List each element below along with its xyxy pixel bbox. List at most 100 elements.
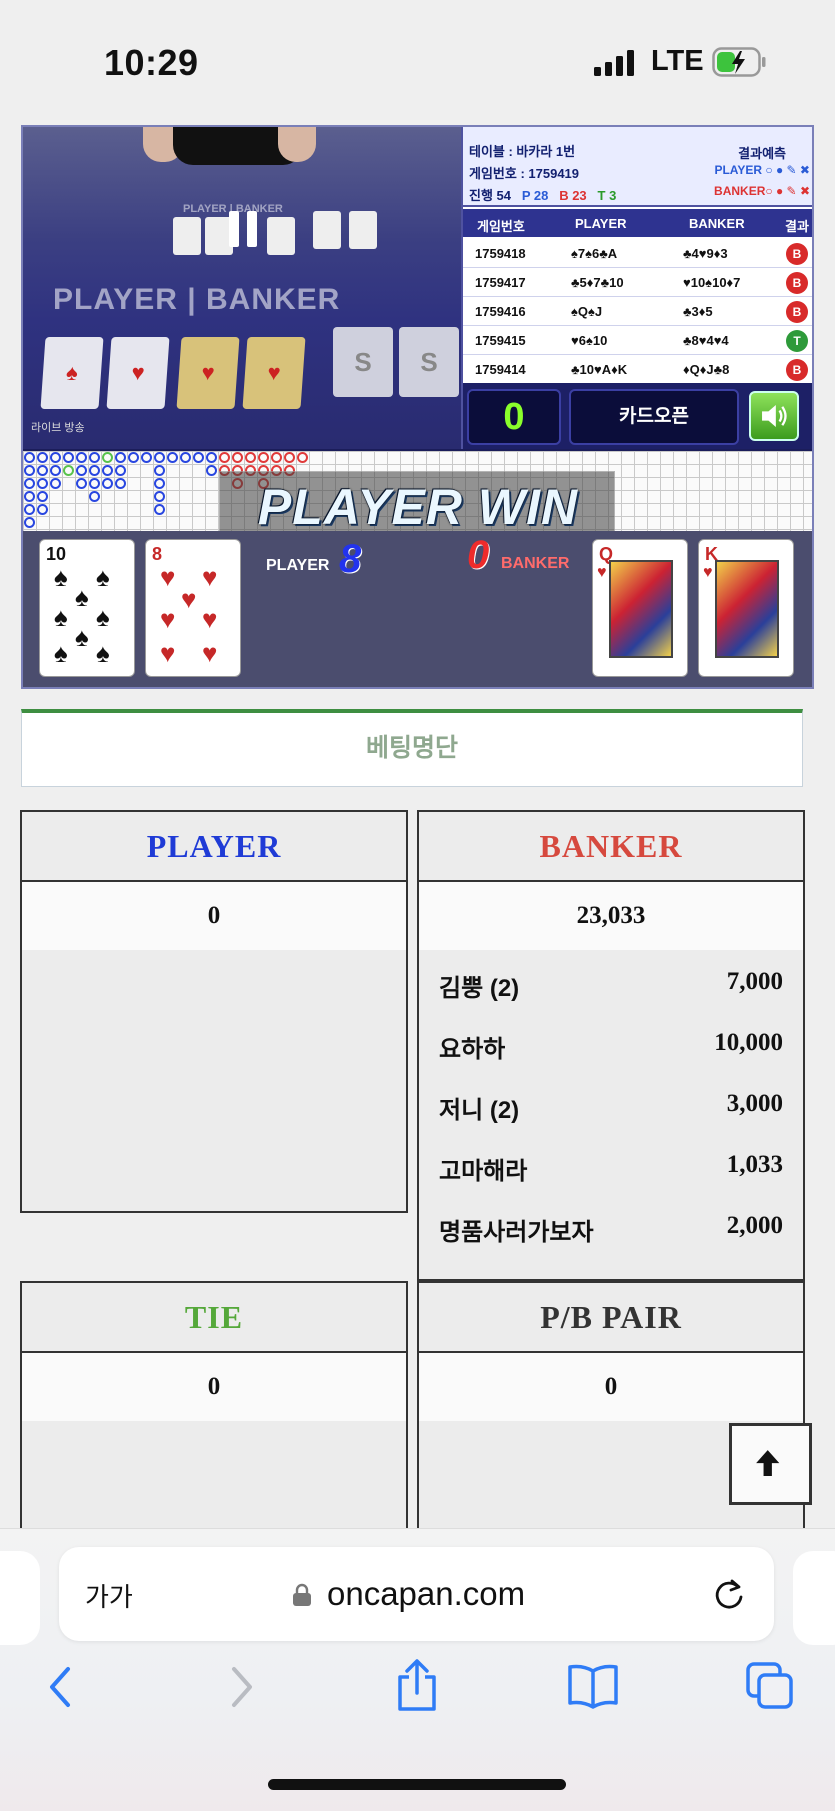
battery-charging-icon bbox=[712, 47, 766, 77]
road-marker bbox=[76, 452, 87, 463]
url-text[interactable]: oncapan.com bbox=[327, 1575, 525, 1613]
result-badge: B bbox=[786, 301, 808, 323]
road-marker bbox=[115, 465, 126, 476]
progress-count: 진행 54 bbox=[469, 188, 511, 203]
road-marker bbox=[102, 478, 113, 489]
player-bets-list bbox=[22, 950, 406, 1211]
predict-banker[interactable]: BANKER○ ● ✎ ✖ bbox=[714, 184, 810, 198]
list-item: 김뿡 (2) 7,000 bbox=[419, 950, 803, 1011]
history-banker: ♦Q♦J♣8 bbox=[683, 362, 730, 377]
table-card bbox=[173, 217, 201, 255]
history-col-banker: BANKER bbox=[689, 216, 745, 231]
history-player: ♥6♠10 bbox=[571, 333, 608, 348]
card-open-button[interactable]: 카드오픈 bbox=[569, 389, 739, 445]
bettor-amount: 7,000 bbox=[726, 968, 783, 995]
pause-icon[interactable] bbox=[229, 211, 259, 247]
road-marker bbox=[24, 491, 35, 502]
road-marker bbox=[24, 517, 35, 528]
spade-icon: ♠ bbox=[96, 562, 110, 592]
home-indicator bbox=[268, 1779, 566, 1790]
bettor-name: 명품사러가보자 bbox=[439, 1219, 594, 1246]
heart-icon: ♥ bbox=[202, 562, 218, 592]
history-game: 1759415 bbox=[475, 333, 526, 348]
live-video[interactable]: PLAYER | BANKER PLAYER | BANKER ♠ ♥ ♥ ♥ … bbox=[23, 127, 461, 449]
road-marker bbox=[24, 452, 35, 463]
history-col-result: 결과 bbox=[785, 219, 809, 234]
predict-player[interactable]: PLAYER ○ ● ✎ ✖ bbox=[714, 163, 810, 177]
bookmarks-icon[interactable] bbox=[567, 1663, 619, 1709]
heart-icon: ♥ bbox=[160, 562, 176, 592]
game-info-panel: 테이블 : 바카라 1번 게임번호 : 1759419 진행 54 P 28 B… bbox=[461, 127, 812, 449]
history-banker: ♥10♠10♦7 bbox=[683, 275, 741, 290]
road-marker bbox=[154, 478, 165, 489]
table-print: PLAYER | BANKER bbox=[53, 283, 341, 316]
history-banker: ♣8♥4♥4 bbox=[683, 333, 729, 348]
live-game-frame[interactable]: PLAYER | BANKER PLAYER | BANKER ♠ ♥ ♥ ♥ … bbox=[21, 125, 814, 689]
player-bets-total: 0 bbox=[22, 882, 406, 950]
list-item: 요하하 10,000 bbox=[419, 1011, 803, 1072]
sound-toggle-button[interactable] bbox=[749, 391, 799, 441]
game-number: 게임번호 : 1759419 bbox=[469, 166, 580, 181]
tie-bets-total: 0 bbox=[22, 1353, 406, 1421]
road-marker bbox=[50, 452, 61, 463]
heart-icon: ♥ bbox=[597, 564, 607, 581]
road-marker bbox=[89, 452, 100, 463]
tie-bets-panel: TIE 0 bbox=[20, 1281, 408, 1541]
history-game: 1759414 bbox=[475, 362, 526, 377]
road-marker bbox=[193, 452, 204, 463]
banker-score: 0 bbox=[467, 533, 490, 577]
scroll-to-top-button[interactable] bbox=[729, 1423, 812, 1505]
text-size-button[interactable]: 가가 bbox=[85, 1577, 133, 1614]
result-badge: B bbox=[786, 272, 808, 294]
dealt-cards-panel: 10 ♠ ♠ ♠ ♠ ♠ ♠ ♠ ♠ 8 ♥ ♥ ♥ ♥ ♥ ♥ ♥ PLAYE… bbox=[23, 531, 812, 687]
pair-bets-total: 0 bbox=[419, 1353, 803, 1421]
road-marker bbox=[24, 478, 35, 489]
back-icon[interactable] bbox=[44, 1663, 78, 1711]
countdown-counter: 0 bbox=[467, 389, 561, 445]
bettor-amount: 2,000 bbox=[726, 1212, 783, 1239]
history-game: 1759418 bbox=[475, 246, 526, 261]
game-controls: 0 카드오픈 bbox=[463, 383, 812, 449]
spade-icon: ♠ bbox=[75, 582, 89, 612]
forward-icon[interactable] bbox=[224, 1663, 258, 1711]
road-marker bbox=[115, 452, 126, 463]
road-marker bbox=[128, 452, 139, 463]
progress-stats: 진행 54 P 28 B 23 T 3 bbox=[469, 185, 616, 204]
list-item: 고마해라 1,033 bbox=[419, 1133, 803, 1194]
road-marker bbox=[271, 452, 282, 463]
list-item: 저니 (2) 3,000 bbox=[419, 1072, 803, 1133]
next-tab-preview[interactable] bbox=[793, 1551, 835, 1645]
banker-bets-total: 23,033 bbox=[419, 882, 803, 950]
tabs-icon[interactable] bbox=[745, 1661, 795, 1711]
road-marker bbox=[37, 452, 48, 463]
banker-card-2: K ♥ bbox=[698, 539, 794, 677]
table-card: ♥ bbox=[242, 337, 306, 409]
road-marker bbox=[219, 452, 230, 463]
address-bar[interactable]: 가가 oncapan.com bbox=[59, 1547, 774, 1641]
arrow-up-icon bbox=[756, 1450, 780, 1477]
road-marker bbox=[258, 452, 269, 463]
road-marker bbox=[37, 465, 48, 476]
share-icon[interactable] bbox=[394, 1657, 440, 1713]
result-badge: B bbox=[786, 243, 808, 265]
reload-icon[interactable] bbox=[711, 1577, 747, 1613]
live-broadcast-label: 라이브 방송 bbox=[31, 422, 85, 434]
history-col-game: 게임번호 bbox=[477, 219, 525, 234]
table-card: ♥ bbox=[176, 337, 240, 409]
road-marker bbox=[89, 465, 100, 476]
road-marker bbox=[141, 452, 152, 463]
table-name: 테이블 : 바카라 1번 bbox=[469, 144, 576, 159]
road-marker bbox=[154, 504, 165, 515]
spade-icon: ♠ bbox=[54, 602, 68, 632]
previous-tab-preview[interactable] bbox=[0, 1551, 40, 1645]
heart-icon: ♥ bbox=[202, 604, 218, 634]
road-marker bbox=[154, 452, 165, 463]
clock: 10:29 bbox=[104, 42, 199, 83]
history-banker: ♣3♦5 bbox=[683, 304, 713, 319]
bettor-amount: 1,033 bbox=[726, 1151, 783, 1178]
road-marker bbox=[50, 465, 61, 476]
road-marker bbox=[180, 452, 191, 463]
predict-label: 결과예측 bbox=[738, 146, 786, 161]
road-marker bbox=[89, 478, 100, 489]
tie-bets-header: TIE bbox=[22, 1283, 406, 1353]
